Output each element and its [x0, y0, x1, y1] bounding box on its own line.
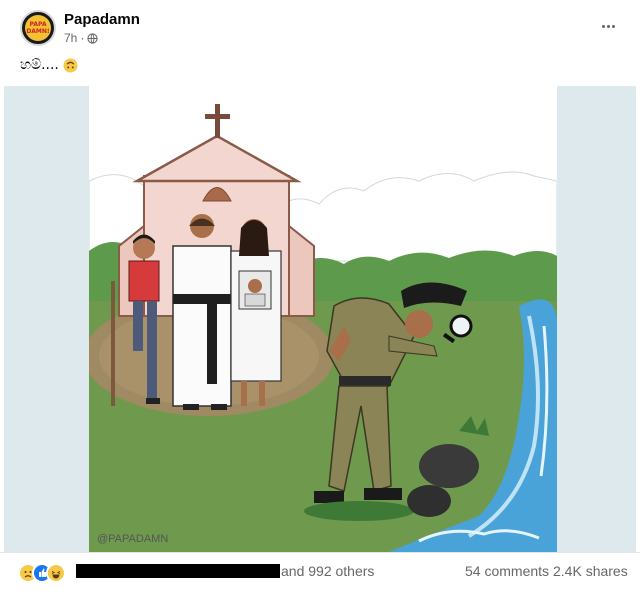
globe-icon	[87, 32, 98, 44]
post-time[interactable]: 7h	[64, 31, 77, 45]
comments-count[interactable]: 54 comments	[465, 563, 549, 579]
post-caption: හම්....	[20, 57, 78, 73]
more-options-button[interactable]	[596, 16, 620, 36]
post-footer: and 992 others 54 comments 2.4K shares	[0, 552, 640, 594]
avatar-logo-line-2: DAMN!	[26, 28, 50, 35]
redacted-names	[76, 564, 280, 578]
facebook-post: PAPA DAMN! Papadamn 7h · හම්.... @PAPADA…	[0, 0, 640, 594]
avatar[interactable]: PAPA DAMN!	[20, 10, 56, 46]
image-signature: @PAPADAMN	[97, 533, 168, 545]
haha-reaction-icon	[46, 563, 66, 583]
post-header: PAPA DAMN! Papadamn 7h ·	[20, 10, 620, 54]
upside-down-face-icon	[63, 57, 78, 73]
meta-separator: ·	[80, 31, 85, 45]
reaction-summary[interactable]	[18, 563, 66, 583]
comic-illustration: @PAPADAMN	[89, 86, 557, 552]
shares-count[interactable]: 2.4K shares	[553, 563, 628, 579]
avatar-logo-line-1: PAPA	[29, 21, 47, 28]
more-options-icon	[601, 24, 605, 28]
post-meta: 7h ·	[64, 31, 98, 45]
reactors-count[interactable]: and 992 others	[281, 563, 374, 579]
post-image[interactable]: @PAPADAMN	[4, 86, 636, 552]
page-name[interactable]: Papadamn	[64, 11, 140, 28]
caption-text: හම්....	[20, 57, 59, 73]
avatar-logo: PAPA DAMN!	[25, 15, 51, 41]
